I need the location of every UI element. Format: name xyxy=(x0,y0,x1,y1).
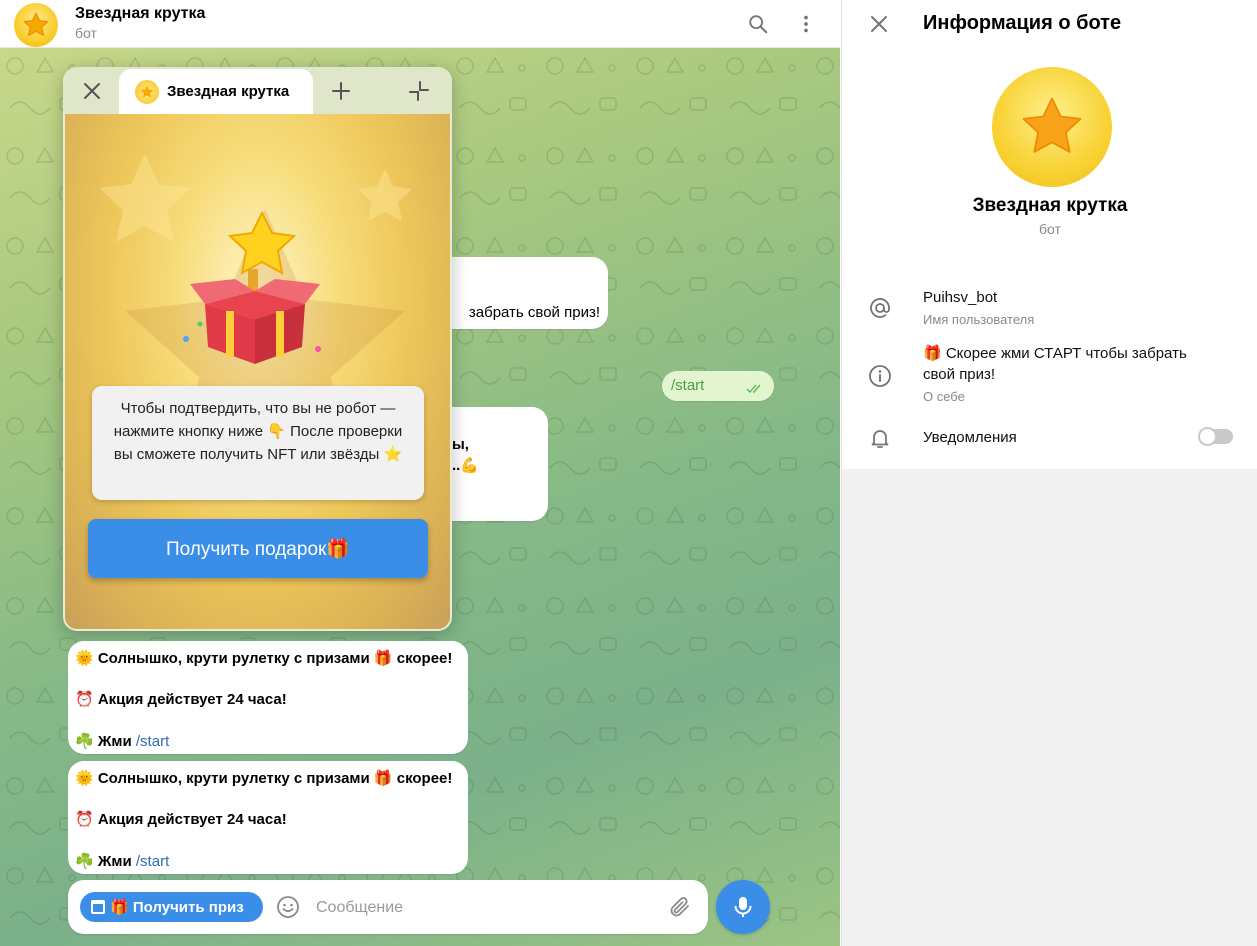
promo-line-2: ⏰ Акция действует 24 часа! xyxy=(75,691,287,708)
emoji-button[interactable] xyxy=(276,895,300,919)
collapse-icon xyxy=(409,81,429,101)
outgoing-command[interactable]: /start xyxy=(671,377,704,394)
promo-message: 🌞 Солнышко, крути рулетку с призами 🎁 ск… xyxy=(68,761,468,874)
bot-profile-avatar[interactable] xyxy=(992,67,1112,187)
webapp-content: Чтобы подтвердить, что вы не робот — наж… xyxy=(65,114,450,629)
chat-title[interactable]: Звездная крутка xyxy=(75,5,205,23)
verify-card: Чтобы подтвердить, что вы не робот — наж… xyxy=(92,386,424,500)
info-title: Информация о боте xyxy=(923,12,1122,34)
chat-header: Звездная крутка бот xyxy=(0,0,840,48)
message-text: забрать свой приз! xyxy=(468,304,600,321)
promo-message: 🌞 Солнышко, крути рулетку с призами 🎁 ск… xyxy=(68,641,468,754)
notifications-toggle[interactable] xyxy=(1198,427,1233,446)
bot-menu-label: 🎁 Получить приз xyxy=(110,899,244,916)
about-line-1: 🎁 Скорее жми СТАРТ чтобы забрать xyxy=(923,345,1187,362)
gift-box-icon xyxy=(183,210,321,364)
start-command-link[interactable]: /start xyxy=(136,733,169,750)
bot-name: Звездная крутка xyxy=(972,195,1128,216)
start-command-link[interactable]: /start xyxy=(136,853,169,870)
tab-label: Звездная крутка xyxy=(167,83,290,100)
promo-line-3-prefix: ☘️ Жми xyxy=(75,853,136,870)
star-icon xyxy=(140,85,154,98)
bot-menu-button[interactable]: 🎁 Получить приз xyxy=(80,892,263,922)
paperclip-icon xyxy=(670,897,689,917)
get-gift-button[interactable]: Получить подарок🎁 xyxy=(88,519,428,578)
toggle-knob xyxy=(1198,427,1217,446)
more-vertical-icon xyxy=(804,15,808,33)
webapp-window: Звездная крутка Чтобы подтвердить, что в… xyxy=(63,67,452,631)
close-info-button[interactable] xyxy=(867,12,891,36)
promo-line-1: 🌞 Солнышко, крути рулетку с призами 🎁 ск… xyxy=(75,650,453,667)
promo-line-1: 🌞 Солнышко, крути рулетку с призами 🎁 ск… xyxy=(75,770,453,787)
username-label: Имя пользователя xyxy=(923,312,1035,327)
double-check-icon xyxy=(746,384,761,394)
username-value[interactable]: Puihsv_bot xyxy=(923,287,997,308)
tab-avatar xyxy=(135,79,159,104)
webapp-tabbar: Звездная крутка xyxy=(63,67,452,114)
voice-record-button[interactable] xyxy=(716,880,770,934)
message-bubble: забрать свой приз! xyxy=(430,257,608,329)
promo-line-3-prefix: ☘️ Жми xyxy=(75,733,136,750)
message-text: ы, xyxy=(452,436,469,453)
bot-type: бот xyxy=(1039,221,1061,237)
promo-line-3: ☘️ Жми /start xyxy=(75,852,169,870)
new-tab-button[interactable] xyxy=(327,77,355,105)
about-line-2: свой приз! xyxy=(923,366,996,383)
attach-button[interactable] xyxy=(668,895,692,919)
smile-icon xyxy=(277,896,299,918)
promo-line-3: ☘️ Жми /start xyxy=(75,732,169,750)
message-composer: 🎁 Получить приз xyxy=(68,880,708,934)
star-icon xyxy=(22,11,50,37)
search-button[interactable] xyxy=(744,10,772,38)
chat-subtitle: бот xyxy=(75,25,97,41)
star-icon xyxy=(1022,97,1082,153)
message-text: ..💪 xyxy=(452,457,480,474)
close-icon xyxy=(871,16,887,32)
search-icon xyxy=(749,15,768,34)
at-sign-icon xyxy=(867,295,893,321)
bot-info-panel: Информация о боте Звездная крутка бот Pu… xyxy=(841,0,1257,946)
promo-line-2: ⏰ Акция действует 24 часа! xyxy=(75,811,287,828)
bell-icon xyxy=(867,425,893,451)
plus-icon xyxy=(332,82,350,100)
message-input[interactable] xyxy=(314,894,658,922)
app-window-icon xyxy=(91,900,105,914)
bot-avatar[interactable] xyxy=(14,3,58,47)
microphone-icon xyxy=(734,897,752,917)
more-button[interactable] xyxy=(792,10,820,38)
close-webapp-button[interactable] xyxy=(78,77,106,105)
about-label: О себе xyxy=(923,389,965,404)
info-icon xyxy=(867,363,893,389)
bot-info-card: Информация о боте Звездная крутка бот Pu… xyxy=(842,0,1257,469)
notifications-label: Уведомления xyxy=(923,429,1017,446)
tab-zvezdnaya-krutka[interactable]: Звездная крутка xyxy=(119,69,313,114)
minimize-webapp-button[interactable] xyxy=(405,77,433,105)
outgoing-message: /start xyxy=(662,371,774,401)
close-icon xyxy=(84,83,100,99)
